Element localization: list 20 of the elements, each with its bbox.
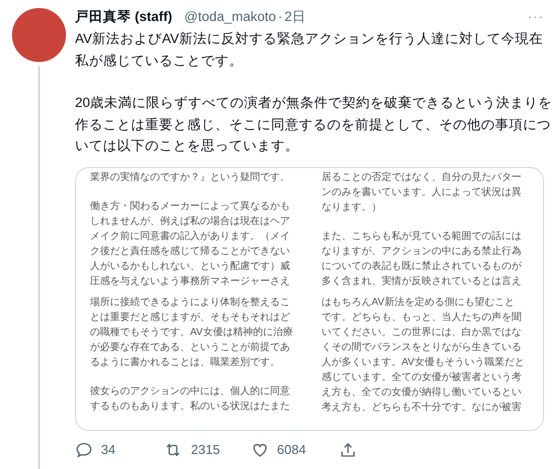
- document-text: 業界の実情なのですか？』という疑問です。: [90, 170, 291, 184]
- dot-separator: ·: [278, 9, 283, 24]
- document-text: 場所に接続できるようにより体制を整えるこ とは重要だと感じますが、そもそもそれはど の職種でもそうです。AV女優は精神的に治療 が必要な存在である、ということが前提であ るように書かれることは、職業差別です。: [90, 296, 294, 370]
- document-text: 居ることの否定ではなく、自分の見たパター ンのみを書いています。人によって状況は異 なります。）: [322, 170, 522, 214]
- document-text: はもちろんAV新法を定める側にも望むこと です。どちらも、もっと、当人たちの声を聞 いてください。この世界には、白か黒ではな くその間でバランスをとりながら生きている 人が多くいます。AV女優もそういう職業だと 感じています。全ての女優が被害者という考 え方も、全ての女優が納得し働いているとい 考え方も、どちらも不十分です。なにが被害: [322, 296, 526, 414]
- author-handle[interactable]: @toda_makoto: [184, 9, 276, 24]
- avatar-circle[interactable]: [12, 8, 66, 62]
- share-icon[interactable]: [339, 440, 357, 458]
- author-name[interactable]: 戸田真琴 (staff): [75, 8, 172, 26]
- document-text: また、こちらも私が見ている範囲での話には なりますが、アクションの中にある禁止行為 についての表記も既に禁止されているものが 多く含まれ、実情が反映されているとは言え: [322, 230, 522, 288]
- document-text: 彼女らのアクションの中には、個人的に同意 するものもあります。私のいる状況はたまた: [90, 384, 291, 414]
- action-count: 2315: [191, 442, 220, 457]
- tweet-text: AV新法およびAV新法に反対する緊急アクションを行う人達に対して今現在 私が感じていることです。: [75, 30, 544, 70]
- text-screenshot[interactable]: [75, 166, 544, 430]
- action-count: 34: [101, 442, 116, 457]
- document-text: 働き方・関わるメーカーによって異なるかも しれませんが、例えば私の場合は現在はヘア メイク前に同意書の記入があります。（メイ ク後だと責任感を感じて帰ることができない 人がいるかもしれない、という配慮です）威 圧感を与えないよう事務所マネージャーさえ: [90, 200, 291, 288]
- reply-icon[interactable]: [75, 440, 93, 458]
- post-time[interactable]: 2日: [284, 8, 306, 26]
- tweet-text: 20歳未満に限らずすべての演者が無条件で契約を破棄できるという決まりを 作ることは重要と感じ、そこに同意するのを前提として、その他の事項につ いては以下のことを思っています。: [75, 94, 552, 155]
- action-count: 6084: [277, 442, 306, 457]
